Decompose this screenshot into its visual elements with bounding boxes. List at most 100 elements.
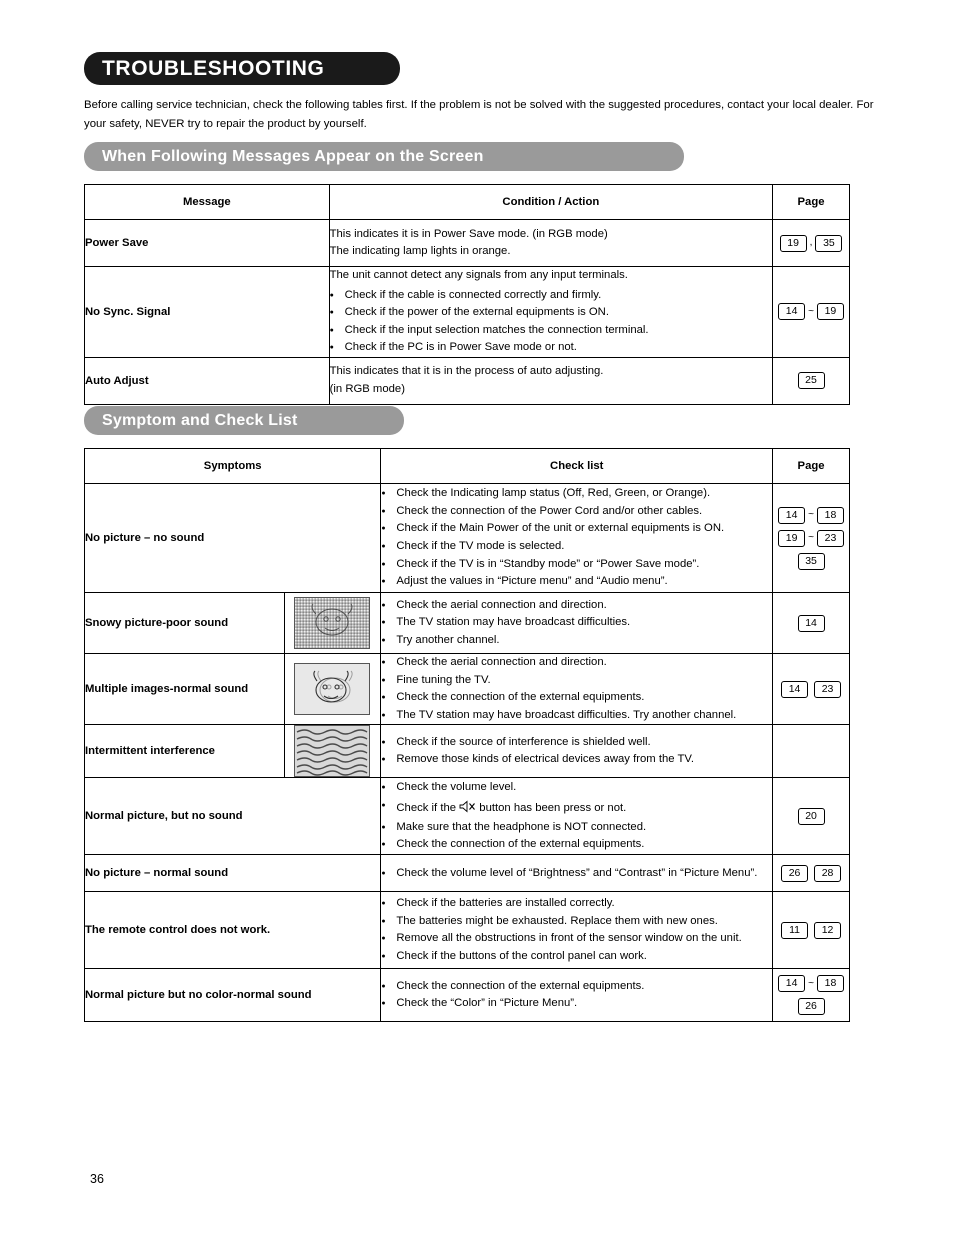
condition-cell: The unit cannot detect any signals from … [328, 266, 774, 358]
checklist-bullet-list: Check the aerial connection and directio… [381, 654, 772, 724]
page-ref: 35 [797, 552, 825, 570]
list-item: Remove all the obstructions in front of … [381, 930, 772, 948]
page-ref-separator: , [809, 237, 813, 248]
list-item: Check the aerial connection and directio… [381, 654, 772, 672]
list-item: Check if the PC is in Power Save mode or… [330, 339, 772, 357]
page-ref-row: 14 23 [781, 680, 842, 698]
section-header-symptoms: Symptom and Check List [84, 406, 404, 435]
list-item: Check if the source of interference is s… [381, 734, 772, 752]
symptom-label: The remote control does not work. [83, 891, 382, 970]
page-cell: 14 ~ 18 19 ~ 23 35 [772, 483, 850, 593]
checklist-cell: Check the Indicating lamp status (Off, R… [380, 483, 774, 593]
list-item: Check the aerial connection and directio… [381, 597, 772, 615]
page-ref-row: 14 ~ 18 [778, 506, 844, 524]
symptom-label: Snowy picture-poor sound [84, 592, 285, 654]
page-ref: 25 [797, 372, 825, 390]
interference-lines-thumbnail [294, 725, 371, 778]
list-item: Make sure that the headphone is NOT conn… [381, 819, 772, 837]
page-ref-separator: ~ [808, 977, 814, 989]
symptom-label: Intermittent interference [84, 724, 285, 779]
mute-icon [459, 799, 476, 813]
page-ref: 35 [815, 234, 843, 252]
checklist-cell: Check the connection of the external equ… [380, 968, 774, 1023]
page-ref: 20 [797, 807, 825, 825]
page-ref: 28 [814, 864, 842, 882]
list-item: Check the connection of the Power Cord a… [381, 503, 772, 521]
list-item: The TV station may have broadcast diffic… [381, 614, 772, 632]
table-row: No Sync. Signal The unit cannot detect a… [84, 266, 850, 358]
page-cell: 14 23 [772, 652, 850, 726]
page-ref-row: 19 , 35 [779, 234, 843, 252]
interference-lines-graphic [295, 726, 370, 777]
page-ref: 14 [778, 303, 806, 321]
page-cell: 14 ~ 18 26 [772, 968, 850, 1023]
page-ref: 19 [816, 303, 844, 321]
page-cell: 14 [772, 592, 850, 654]
snowy-picture-thumbnail [294, 597, 371, 649]
checklist-cell: Check the aerial connection and directio… [380, 652, 774, 726]
page-cell: 20 [772, 777, 850, 856]
list-item: Adjust the values in “Picture menu” and … [381, 573, 772, 591]
page-ref-row: 14 [797, 614, 825, 632]
bullet-text-pre: Check if the [396, 801, 460, 814]
list-item: The batteries might be exhausted. Replac… [381, 913, 772, 931]
list-item: Check if the power of the external equip… [330, 304, 772, 322]
page-ref: 11 [781, 921, 809, 939]
page-ref-row: 35 [797, 552, 825, 570]
page-ref: 19 [778, 529, 806, 547]
page-ref-row: 19 ~ 23 [778, 529, 844, 547]
page-ref-separator: ~ [808, 305, 814, 317]
table-row: Normal picture, but no sound Check the v… [83, 777, 850, 856]
section-header-symptoms-label: Symptom and Check List [102, 411, 298, 429]
column-header-symptoms: Symptoms [83, 448, 382, 484]
symptom-thumbnail-cell [283, 592, 382, 654]
page-title-banner: TROUBLESHOOTING [84, 52, 400, 85]
table-row: Intermittent interference ● Check if the… [84, 724, 850, 779]
list-item: Check the connection of the external equ… [381, 978, 772, 996]
column-header-checklist: Check list [380, 448, 774, 484]
list-item: Check the “Color” in “Picture Menu”. [381, 995, 772, 1013]
page-cell: 26 28 [772, 854, 850, 893]
list-item: Try another channel. [381, 632, 772, 650]
page-cell: 19 , 35 [772, 219, 850, 267]
symptom-label: No picture – normal sound [83, 854, 382, 893]
table-row: The remote control does not work. Check … [83, 891, 850, 970]
page-ref: 26 [781, 864, 809, 882]
list-item: Fine tuning the TV. [381, 672, 772, 690]
list-item: Check if the Main Power of the unit or e… [381, 520, 772, 538]
page-ref: 26 [797, 998, 825, 1016]
table-row: Normal picture but no color-normal sound… [83, 968, 850, 1023]
page-ref: 14 [778, 506, 806, 524]
page-ref-row: 25 [797, 372, 825, 390]
list-item: Remove those kinds of electrical devices… [381, 751, 772, 769]
symptom-label: Normal picture but no color-normal sound [83, 968, 382, 1023]
list-item: Check the connection of the external equ… [381, 836, 772, 854]
checklist-bullet-list: Check the volume level of “Brightness” a… [381, 865, 772, 883]
table-row: No picture – no sound Check the Indicati… [83, 483, 850, 593]
checklist-bullet-list: Check the aerial connection and directio… [381, 597, 772, 650]
snowy-picture-graphic [295, 598, 370, 648]
page-ref: 14 [778, 975, 806, 993]
page-ref-row: 26 28 [781, 864, 842, 882]
list-item: Check if the TV mode is selected. [381, 538, 772, 556]
list-item: Check if the cable is connected correctl… [330, 287, 772, 305]
checklist-bullet-list: Check the connection of the external equ… [381, 978, 772, 1013]
table-header-row: Message Condition / Action Page [84, 184, 850, 220]
page-ref-row: 11 12 [781, 921, 842, 939]
list-item: The TV station may have broadcast diffic… [381, 707, 772, 725]
page-cell: 14 ~ 19 [772, 266, 850, 358]
page-ref: 12 [814, 921, 842, 939]
list-item: Check if the buttons of the control pane… [381, 948, 772, 966]
page-ref: 18 [816, 506, 844, 524]
checklist-cell: Check if the batteries are installed cor… [380, 891, 774, 970]
bullet-text-post: button has been press or not. [476, 801, 627, 814]
page-ref-row: 14 ~ 19 [778, 303, 844, 321]
symptom-table: Symptoms Check list Page No picture – no… [83, 448, 850, 1023]
checklist-cell: Check the aerial connection and directio… [380, 592, 774, 654]
checklist-cell: Check the volume level of “Brightness” a… [380, 854, 774, 893]
condition-line: The indicating lamp lights in orange. [329, 245, 511, 257]
table-row: Auto Adjust This indicates that it is in… [84, 356, 850, 405]
list-item: Check the Indicating lamp status (Off, R… [381, 485, 772, 503]
page-ref-separator: ~ [808, 509, 814, 520]
list-item: Check if the TV is in “Standby mode” or … [381, 556, 772, 574]
